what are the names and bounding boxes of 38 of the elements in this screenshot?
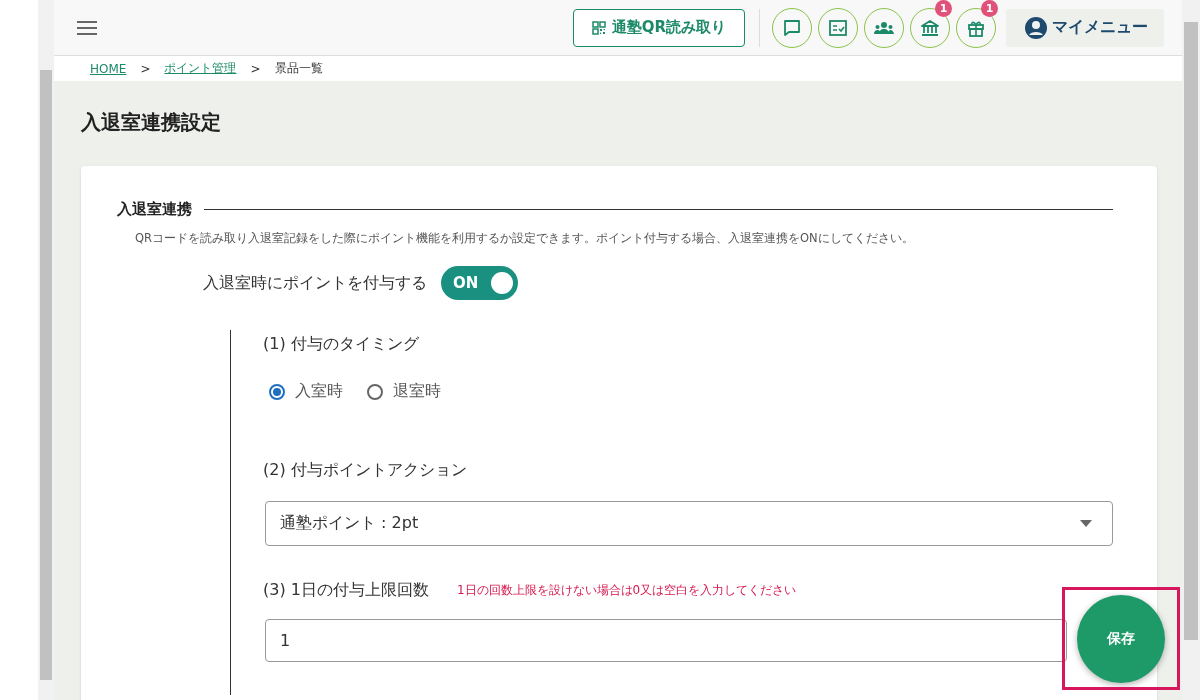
field-heading: (2) 付与ポイントアクション [263, 460, 468, 481]
qr-code-icon [591, 20, 606, 35]
checklist-icon [828, 17, 848, 38]
scrollbar[interactable] [1182, 0, 1200, 700]
qr-scan-button[interactable]: 通塾QR読み取り [572, 8, 745, 47]
page-title: 入退室連携設定 [81, 109, 222, 136]
radio-label: 退室時 [393, 381, 441, 402]
icon-button[interactable] [864, 7, 904, 48]
select-field[interactable]: 通塾ポイント : 2pt [265, 501, 1113, 546]
section-description: QRコードを読み取り入退室記録をした際にポイント機能を利用するか設定できます。ポイント付与する場合、入退室連携をONにしてください。 [135, 231, 915, 246]
input-field[interactable]: 1 [265, 619, 1067, 662]
field-heading: (1) 付与のタイミング [263, 333, 420, 355]
radio-label: 入室時 [295, 381, 343, 402]
radio-button[interactable] [367, 383, 383, 400]
breadcrumb-text: > [140, 61, 151, 76]
toggle-label: 入退室時にポイントを付与する [203, 272, 427, 294]
radio-button[interactable] [269, 383, 285, 400]
notification-badge: 1 [981, 0, 998, 17]
field-heading: (3) 1日の付与上限回数 [263, 580, 429, 601]
breadcrumb-link[interactable]: ポイント管理 [164, 60, 237, 77]
user-avatar-icon [1024, 15, 1048, 40]
menu-icon[interactable] [76, 19, 98, 36]
icon-button[interactable] [818, 7, 858, 48]
breadcrumb-text: > [250, 61, 261, 76]
bank-icon [920, 17, 940, 38]
breadcrumb-link[interactable]: HOME [90, 61, 127, 76]
chat-bubble-icon [782, 17, 802, 38]
dropdown-caret-icon [1080, 520, 1092, 527]
toggle-switch[interactable]: ON [441, 266, 518, 300]
hint-text: 1日の回数上限を設けない場合は0又は空白を入力してください [456, 582, 797, 599]
notification-badge: 1 [935, 0, 952, 17]
icon-button[interactable] [772, 7, 812, 48]
radio-option[interactable]: 退室時 [367, 381, 441, 402]
my-menu-button[interactable]: マイメニュー [1006, 8, 1164, 47]
scrollbar[interactable] [38, 0, 54, 700]
radio-option[interactable]: 入室時 [269, 381, 343, 402]
section-title: 入退室連携 [117, 200, 192, 219]
breadcrumb-text: 景品一覧 [274, 60, 323, 77]
